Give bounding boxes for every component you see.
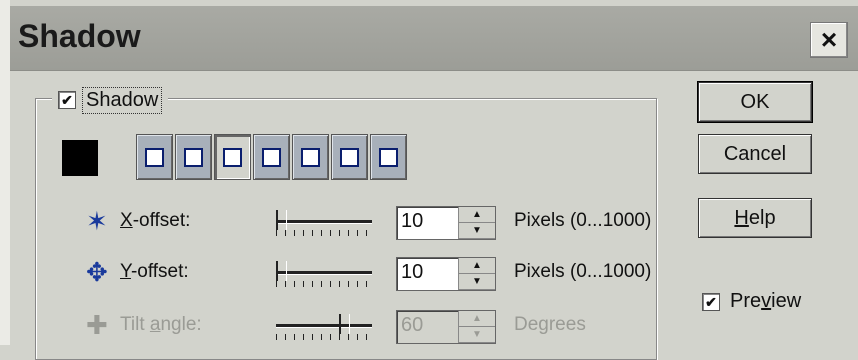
shadow-bottom-left-button[interactable] [331, 134, 368, 180]
tilt-angle-label: Tilt angle: [120, 314, 202, 335]
shadow-checkbox[interactable]: ✔ [58, 91, 76, 109]
x-offset-unit: Pixels (0...1000) [514, 210, 652, 231]
x-offset-row: ✶ X-offset: 10 ▲ ▼ Pixels (0...1000) [0, 206, 660, 246]
x-offset-spin-arrows[interactable]: ▲ ▼ [458, 207, 495, 239]
slider-thumb[interactable] [339, 314, 351, 334]
y-offset-label: Y-offset: [120, 261, 189, 282]
tilt-angle-icon: ✚ [86, 310, 108, 340]
shadow-top-left-icon [142, 144, 164, 167]
shadow-bottom-right-icon [379, 147, 399, 168]
tilt-angle-row: ✚ Tilt angle: 60 ▲ ▼ Degrees [0, 310, 660, 350]
shadow-top-right-icon [223, 144, 243, 167]
tilt-angle-slider[interactable] [270, 310, 380, 340]
slider-track [276, 324, 372, 328]
shadow-left-button[interactable] [253, 134, 290, 180]
help-button[interactable]: Help [698, 198, 812, 238]
close-icon: × [820, 24, 838, 55]
ok-button[interactable]: OK [697, 81, 813, 123]
shadow-color-swatch[interactable] [62, 140, 98, 176]
shadow-top-button[interactable] [175, 134, 212, 180]
spin-up-icon[interactable]: ▲ [459, 311, 495, 327]
slider-ticks [276, 230, 372, 236]
shadow-right-icon [301, 147, 321, 167]
shadow-checkbox-label[interactable]: Shadow [82, 86, 163, 114]
spin-up-icon[interactable]: ▲ [459, 258, 495, 274]
shadow-direction-buttons [136, 134, 409, 180]
y-offset-unit: Pixels (0...1000) [514, 261, 652, 282]
shadow-left-icon [259, 147, 281, 167]
y-offset-value[interactable]: 10 [401, 261, 423, 284]
shadow-top-right-button[interactable] [214, 134, 251, 180]
slider-thumb[interactable] [275, 210, 287, 230]
y-offset-icon: ✥ [86, 257, 108, 287]
slider-track [276, 271, 372, 275]
slider-thumb[interactable] [275, 261, 287, 281]
slider-track [276, 220, 372, 224]
x-offset-spinbox[interactable]: 10 ▲ ▼ [396, 206, 496, 240]
y-offset-spinbox[interactable]: 10 ▲ ▼ [396, 257, 496, 291]
shadow-bottom-right-button[interactable] [370, 134, 407, 180]
y-offset-row: ✥ Y-offset: 10 ▲ ▼ Pixels (0...1000) [0, 257, 660, 297]
slider-ticks [276, 334, 372, 340]
title-bar[interactable]: Shadow × [10, 6, 858, 71]
tilt-angle-unit: Degrees [514, 314, 586, 335]
y-offset-spin-arrows[interactable]: ▲ ▼ [458, 258, 495, 290]
preview-toggle[interactable]: ✔ Preview [702, 290, 801, 313]
dialog-title: Shadow [18, 18, 141, 54]
shadow-right-button[interactable] [292, 134, 329, 180]
shadow-toggle[interactable]: ✔ Shadow [52, 86, 169, 114]
spin-down-icon[interactable]: ▼ [459, 274, 495, 290]
close-button[interactable]: × [810, 22, 848, 58]
shadow-bottom-left-icon [337, 147, 359, 168]
spin-down-icon[interactable]: ▼ [459, 327, 495, 343]
x-offset-slider[interactable] [270, 206, 380, 236]
tilt-angle-spinbox[interactable]: 60 ▲ ▼ [396, 310, 496, 344]
x-offset-value[interactable]: 10 [401, 210, 423, 233]
spin-up-icon[interactable]: ▲ [459, 207, 495, 223]
shadow-top-left-button[interactable] [136, 134, 173, 180]
tilt-angle-value[interactable]: 60 [401, 314, 423, 337]
x-offset-label: X-offset: [120, 210, 191, 231]
cancel-button[interactable]: Cancel [698, 134, 812, 174]
slider-ticks [276, 281, 372, 287]
y-offset-slider[interactable] [270, 257, 380, 287]
preview-label[interactable]: Preview [730, 290, 801, 313]
preview-checkbox[interactable]: ✔ [702, 292, 720, 311]
x-offset-icon: ✶ [86, 206, 108, 236]
tilt-angle-spin-arrows[interactable]: ▲ ▼ [458, 311, 495, 343]
shadow-top-icon [184, 144, 203, 167]
spin-down-icon[interactable]: ▼ [459, 223, 495, 239]
